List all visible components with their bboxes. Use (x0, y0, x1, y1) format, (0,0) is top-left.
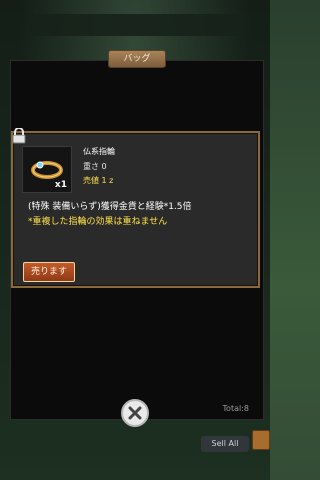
item-count: x1 (54, 180, 67, 190)
item-description: (特殊 装備いらず)獲得金貨と経験*1.5倍 (28, 202, 192, 212)
sell-button[interactable]: 売ります (23, 262, 75, 282)
chest-icon (252, 430, 270, 450)
item-name: 仏系指輪 (83, 147, 115, 156)
item-note: *重複した指輪の効果は重ねません (28, 217, 168, 227)
sell-all-button[interactable]: Sell All (201, 436, 249, 452)
ring-icon (31, 161, 63, 179)
bag-total-label: Total:8 (222, 404, 249, 413)
bag-title: バッグ (108, 50, 166, 68)
item-slot: x1 (22, 146, 72, 193)
item-price: 売値 1 z (83, 176, 114, 185)
item-weight: 重さ 0 (83, 162, 107, 171)
lock-icon[interactable] (12, 128, 26, 144)
close-button[interactable] (121, 399, 149, 427)
close-icon (128, 406, 142, 420)
